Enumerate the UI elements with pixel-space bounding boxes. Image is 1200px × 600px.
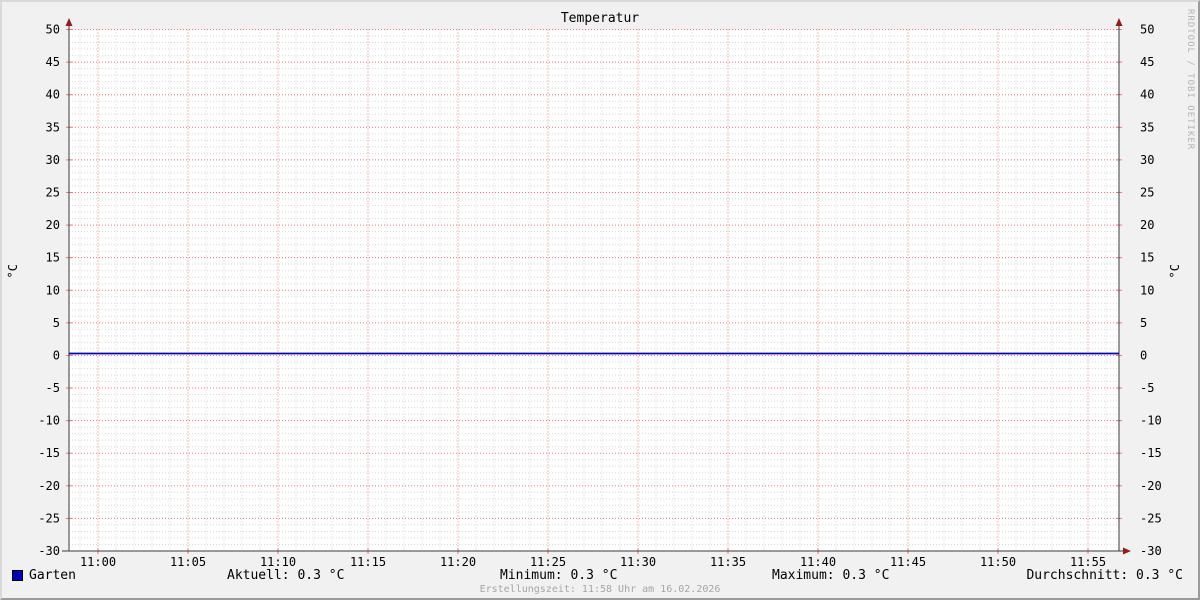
- y-tick-label-right: 5: [1140, 316, 1147, 330]
- y-tick-label-left: -20: [38, 479, 60, 493]
- stat-maximum: Maximum: 0.3 °C: [772, 568, 890, 583]
- y-tick-label-left: 15: [46, 251, 60, 265]
- y-tick-label-right: 10: [1140, 283, 1154, 297]
- y-tick-label-right: -25: [1140, 511, 1162, 525]
- y-tick-label-left: -15: [38, 446, 60, 460]
- y-tick-label-right: 25: [1140, 185, 1154, 199]
- x-tick-label: 11:15: [350, 555, 386, 569]
- y-tick-label-right: 45: [1140, 55, 1154, 69]
- y-tick-label-right: 20: [1140, 218, 1154, 232]
- y-tick-label-right: 30: [1140, 153, 1154, 167]
- y-tick-label-left: 30: [46, 153, 60, 167]
- y-tick-label-left: -10: [38, 414, 60, 428]
- rrdtool-watermark: RRDTOOL / TOBI OETIKER: [1185, 9, 1195, 151]
- creation-time-footer: Erstellungszeit: 11:58 Uhr am 16.02.2026: [479, 584, 721, 595]
- y-tick-label-left: 10: [46, 283, 60, 297]
- y-tick-label-right: -5: [1140, 381, 1154, 395]
- y-tick-label-left: 0: [53, 348, 60, 362]
- stat-aktuell: Aktuell: 0.3 °C: [227, 568, 345, 583]
- y-tick-label-left: -5: [46, 381, 60, 395]
- x-tick-label: 11:40: [800, 555, 836, 569]
- y-tick-label-left: 20: [46, 218, 60, 232]
- series-label: Garten: [29, 568, 76, 583]
- y-tick-label-right: -30: [1140, 544, 1162, 558]
- legend-row: Garten Aktuell: 0.3 °C Minimum: 0.3 °C M…: [2, 568, 1198, 584]
- y-tick-label-left: 5: [53, 316, 60, 330]
- rrdtool-graph: 50 50 45 45 40 40 35 35 30 30 25 25 20 20 15 15 10 10 5 5 0 0…: [0, 0, 1200, 600]
- x-tick-label: 11:30: [620, 555, 656, 569]
- y-tick-label-right: 40: [1140, 88, 1154, 102]
- x-tick-label: 11:00: [80, 555, 116, 569]
- x-axis-arrow: [1123, 547, 1131, 555]
- y-tick-label-left: 25: [46, 185, 60, 199]
- y-tick-label-left: 40: [46, 88, 60, 102]
- y-tick-label-left: 45: [46, 55, 60, 69]
- x-tick-label: 11:50: [980, 555, 1016, 569]
- y-tick-label-right: 35: [1140, 120, 1154, 134]
- chart-title: Temperatur: [560, 11, 640, 26]
- y-tick-label-right: 15: [1140, 251, 1154, 265]
- y-tick-label-right: -15: [1140, 446, 1162, 460]
- x-tick-label: 11:05: [170, 555, 206, 569]
- x-tick-label: 11:35: [710, 555, 746, 569]
- stat-durchschnitt: Durchschnitt: 0.3 °C: [1026, 568, 1183, 583]
- x-tick-label: 11:10: [260, 555, 296, 569]
- x-tick-label: 11:55: [1070, 555, 1106, 569]
- y-tick-label-right: -20: [1140, 479, 1162, 493]
- x-tick-label: 11:25: [530, 555, 566, 569]
- y-axis-unit-left: °C: [6, 264, 20, 279]
- x-tick-label: 11:20: [440, 555, 476, 569]
- x-tick-label: 11:45: [890, 555, 926, 569]
- series-color-swatch: [12, 570, 23, 581]
- y-tick-label-left: -25: [38, 511, 60, 525]
- y-tick-label-left: 35: [46, 120, 60, 134]
- y-tick-label-right: 0: [1140, 348, 1147, 362]
- y-tick-label-right: -10: [1140, 414, 1162, 428]
- y-axis-unit-right: °C: [1168, 264, 1182, 279]
- stat-minimum: Minimum: 0.3 °C: [500, 568, 618, 583]
- y-tick-label-left: -30: [38, 544, 60, 558]
- temperature-chart-canvas: 50 5045 4540 4035 3530 3025 2520 2015 1510 105 50 0…: [38, 18, 1162, 569]
